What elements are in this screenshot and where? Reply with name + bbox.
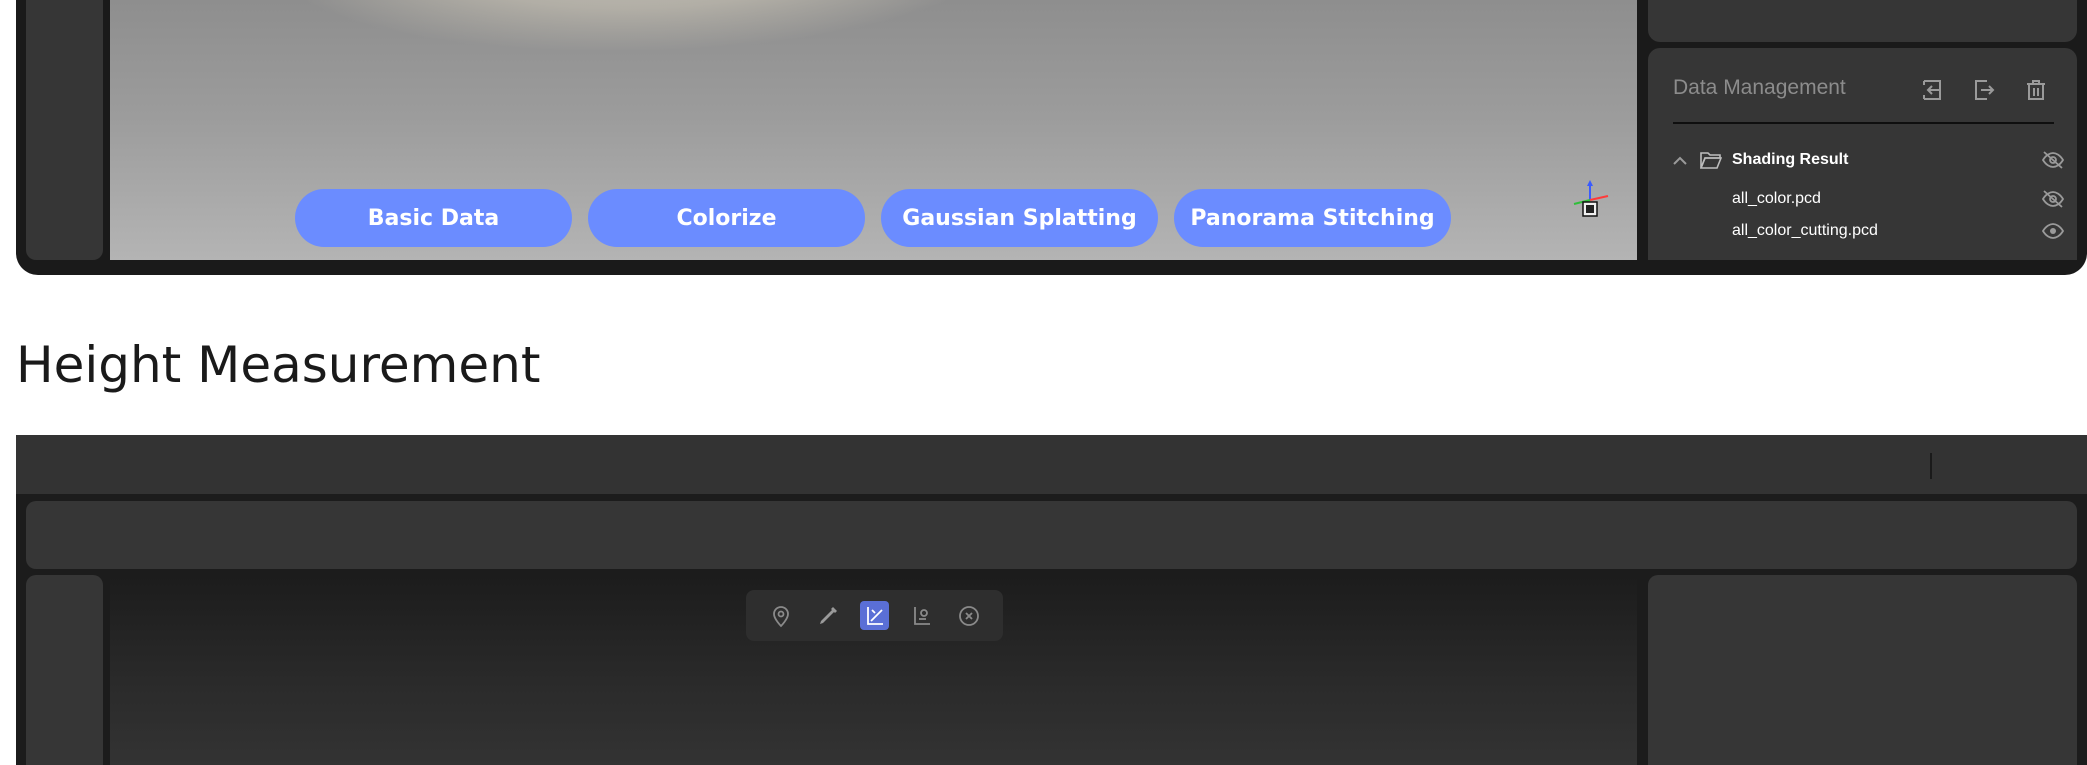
tree-file-row[interactable]: all_color_cutting.pcd xyxy=(1648,218,2077,246)
section-heading: Height Measurement xyxy=(16,336,541,394)
eye-off-icon[interactable] xyxy=(2041,189,2065,209)
area-measure-icon[interactable] xyxy=(907,601,936,630)
point-cloud xyxy=(250,0,1010,50)
left-toolbar xyxy=(26,575,103,765)
mode-button-panorama-stitching[interactable]: Panorama Stitching xyxy=(1174,189,1451,247)
mode-button-basic-data[interactable]: Basic Data xyxy=(295,189,572,247)
chevron-up-icon[interactable] xyxy=(1672,154,1688,166)
close-circle-icon[interactable] xyxy=(954,601,983,630)
export-icon[interactable] xyxy=(1968,74,2000,106)
left-toolbar xyxy=(26,0,103,260)
mode-switcher: Basic Data Colorize Gaussian Splatting P… xyxy=(295,189,1451,247)
height-measure-icon[interactable] xyxy=(860,601,889,630)
ruler-pencil-icon[interactable] xyxy=(813,601,842,630)
location-pin-icon[interactable] xyxy=(766,601,795,630)
axis-gizmo-icon[interactable] xyxy=(1568,178,1616,226)
panel-title: Data Management xyxy=(1673,76,1846,99)
properties-panel xyxy=(1648,0,2077,42)
folder-label: Shading Result xyxy=(1732,151,1849,168)
tree-folder-row[interactable]: Shading Result xyxy=(1648,147,2077,175)
title-bar-separator xyxy=(1930,453,1932,479)
title-bar xyxy=(16,435,2087,494)
eye-icon[interactable] xyxy=(2041,221,2065,241)
data-management-panel: Data Management Shading Result all_color… xyxy=(1648,48,2077,260)
measurement-toolbar xyxy=(746,590,1003,641)
import-icon[interactable] xyxy=(1916,74,1948,106)
file-label: all_color_cutting.pcd xyxy=(1732,222,1878,239)
eye-off-icon[interactable] xyxy=(2041,150,2065,170)
tree-file-row[interactable]: all_color.pcd xyxy=(1648,186,2077,214)
file-label: all_color.pcd xyxy=(1732,190,1821,207)
folder-open-icon xyxy=(1700,152,1722,169)
mode-button-colorize[interactable]: Colorize xyxy=(588,189,865,247)
main-toolbar xyxy=(26,501,2077,569)
trash-icon[interactable] xyxy=(2020,74,2052,106)
mode-button-gaussian-splatting[interactable]: Gaussian Splatting xyxy=(881,189,1158,247)
right-panel xyxy=(1648,575,2077,765)
divider xyxy=(1673,122,2054,124)
